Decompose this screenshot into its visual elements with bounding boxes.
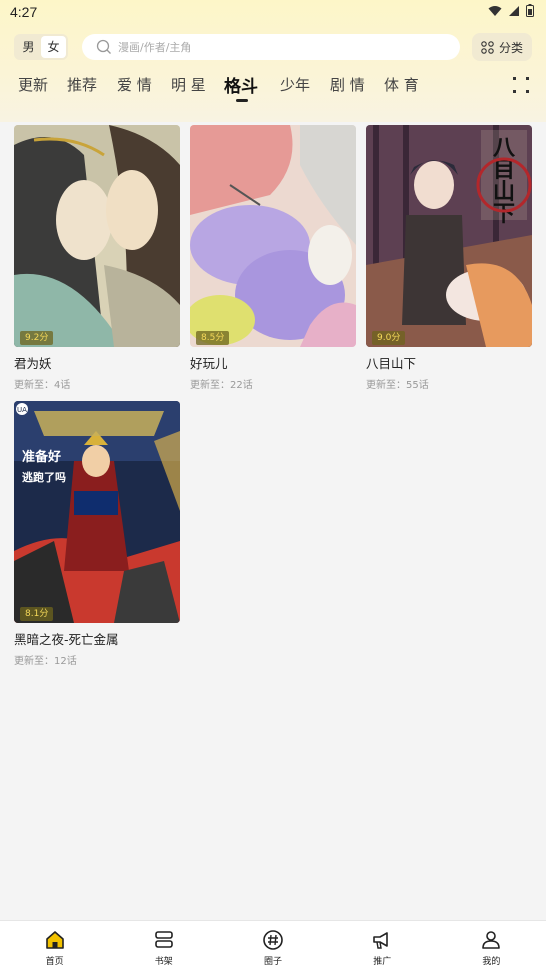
tab-sports[interactable]: 体 育 — [384, 74, 419, 95]
hashtag-icon — [263, 930, 283, 950]
active-tab-indicator — [236, 99, 248, 102]
gender-female-option[interactable]: 女 — [41, 36, 66, 58]
comic-cover[interactable]: 八 目 山 下 9.0分 — [366, 125, 532, 347]
nav-bookshelf-label: 书架 — [154, 957, 173, 967]
status-bar: 4:27 — [0, 0, 546, 24]
tab-celebrity[interactable]: 明 星 — [171, 74, 206, 95]
cover-image-ba-mu-shan-xia: 八 目 山 下 — [366, 125, 532, 347]
gender-toggle[interactable]: 男 女 — [14, 34, 68, 60]
search-icon — [96, 39, 111, 54]
comic-card[interactable]: 9.2分 君为妖 更新至：4话 — [14, 125, 180, 391]
nav-home[interactable]: 首页 — [0, 921, 109, 971]
comic-cover[interactable]: 8.5分 — [190, 125, 356, 347]
search-input[interactable] — [118, 40, 418, 54]
cover-image-jun-wei-yao — [14, 125, 180, 347]
grid-icon — [481, 40, 494, 54]
status-icons — [488, 4, 534, 21]
category-button[interactable]: 分类 — [472, 33, 532, 61]
nav-profile-label: 我的 — [482, 957, 501, 967]
comic-update: 更新至：22话 — [190, 380, 253, 391]
score-badge: 9.0分 — [372, 331, 406, 345]
category-label: 分类 — [498, 40, 523, 55]
bookshelf-icon — [154, 931, 173, 948]
gender-male-option[interactable]: 男 — [16, 36, 41, 58]
comic-title[interactable]: 黑暗之夜-死亡金属 — [14, 629, 180, 648]
comic-card[interactable]: 准备好 逃跑了吗 UA 8.1分 黑暗之夜-死亡金属 更新至：12话 — [14, 401, 180, 667]
comic-update: 更新至：55话 — [366, 380, 429, 391]
expand-tabs-icon[interactable] — [512, 76, 530, 94]
tab-romance[interactable]: 爱 情 — [117, 74, 152, 95]
comic-cover[interactable]: 准备好 逃跑了吗 UA 8.1分 — [14, 401, 180, 623]
nav-profile[interactable]: 我的 — [437, 921, 546, 971]
comic-title[interactable]: 君为妖 — [14, 353, 180, 372]
comic-cover[interactable]: 9.2分 — [14, 125, 180, 347]
nav-promote-label: 推广 — [373, 957, 392, 967]
score-badge: 8.5分 — [196, 331, 230, 345]
nav-circle-label: 圈子 — [264, 957, 283, 967]
comic-update: 更新至：4话 — [14, 380, 71, 391]
svg-text:下: 下 — [493, 201, 515, 227]
nav-home-label: 首页 — [45, 957, 64, 967]
score-badge: 8.1分 — [20, 607, 54, 621]
comic-card[interactable]: 八 目 山 下 9.0分 八目山下 更新至：55话 — [366, 125, 532, 391]
cover-image-dark-nights: 准备好 逃跑了吗 UA — [14, 401, 180, 623]
tab-update[interactable]: 更新 — [18, 74, 48, 95]
comic-title[interactable]: 八目山下 — [366, 353, 532, 372]
status-time: 4:27 — [10, 4, 38, 20]
comic-update: 更新至：12话 — [14, 656, 77, 667]
nav-promote[interactable]: 推广 — [328, 921, 437, 971]
megaphone-icon — [373, 932, 389, 949]
battery-icon — [526, 4, 534, 21]
comic-card[interactable]: 8.5分 好玩儿 更新至：22话 — [190, 125, 356, 391]
search-bar[interactable] — [82, 34, 460, 60]
comic-title[interactable]: 好玩儿 — [190, 353, 356, 372]
tab-drama[interactable]: 剧 情 — [330, 74, 365, 95]
wifi-icon — [488, 5, 502, 21]
home-icon — [45, 931, 64, 949]
tab-youth[interactable]: 少年 — [280, 74, 310, 95]
category-tabs: 更新 推荐 爱 情 明 星 格斗 少年 剧 情 体 育 — [0, 70, 500, 104]
cover-image-hao-wan-er — [190, 125, 356, 347]
cover-text-line1: 准备好 — [22, 449, 61, 465]
user-icon — [482, 931, 501, 949]
nav-circle[interactable]: 圈子 — [218, 921, 327, 971]
bottom-navigation: 首页 书架 圈子 推广 我的 — [0, 920, 546, 971]
signal-icon — [508, 5, 520, 21]
tab-fighting[interactable]: 格斗 — [224, 72, 258, 97]
svg-text:UA: UA — [17, 406, 27, 414]
score-badge: 9.2分 — [20, 331, 54, 345]
cover-text-line2: 逃跑了吗 — [22, 470, 66, 484]
tab-recommend[interactable]: 推荐 — [67, 74, 97, 95]
nav-bookshelf[interactable]: 书架 — [109, 921, 218, 971]
